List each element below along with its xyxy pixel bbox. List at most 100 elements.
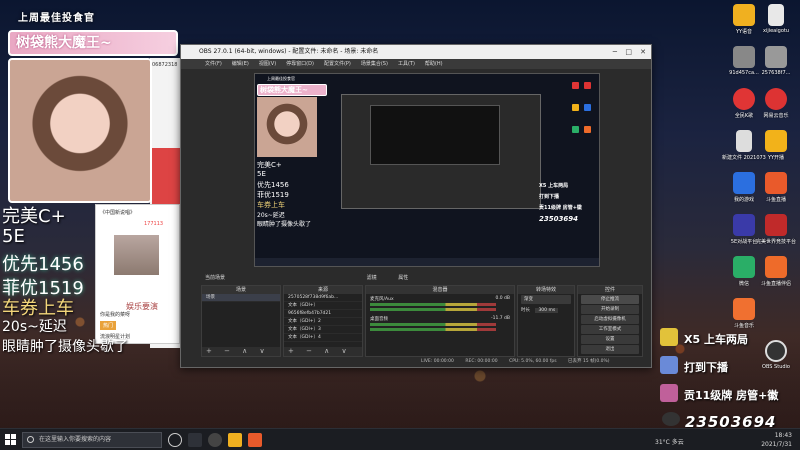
desktop-icon-netease[interactable]: 网易云音乐 [754, 88, 798, 119]
folder-icon[interactable] [228, 433, 242, 447]
windows-logo-icon [5, 440, 10, 445]
douyu-music-icon [733, 298, 755, 320]
browser-id-text: 06872318 [152, 62, 178, 68]
windows-logo-icon [11, 434, 16, 439]
star-badge-icon [660, 328, 678, 346]
volume-meter [370, 328, 496, 331]
mixer-channel-db: -11.7 dB [490, 316, 510, 321]
preview-app-icon [584, 104, 591, 111]
menu-view[interactable]: 视图(V) [259, 59, 276, 69]
source-item[interactable]: 文本（GDI+）2 [284, 318, 362, 326]
overlay-top-banner: 上周最佳投食官 [18, 13, 95, 24]
star-icon [733, 172, 755, 194]
mixer-panel: 混音器 麦克风/Aux 0.0 dB 桌面音频 -11.7 dB [365, 285, 515, 357]
menu-docks[interactable]: 停靠窗口(D) [286, 59, 314, 69]
card-tag: 热门 [100, 321, 117, 330]
desktop-icon-image[interactable]: 257638f7... [754, 46, 798, 76]
filters-button[interactable]: 滤镜 [367, 275, 377, 281]
menu-scene-collection[interactable]: 场景集合(S) [361, 59, 388, 69]
desktop-icon-douyu-companion[interactable]: 斗鱼直播伴侣 [754, 256, 798, 287]
file-icon [768, 4, 784, 26]
overlay-right-line-1: X5 上车两局 [684, 333, 748, 346]
music-icon [765, 88, 787, 110]
scene-item[interactable]: 场景 [202, 294, 280, 302]
scenes-panel-footer[interactable]: + − ∧ ∨ [202, 347, 280, 356]
source-item[interactable]: 9656f8efb47b7d21 [284, 310, 362, 318]
karaoke-icon [733, 88, 755, 110]
mixer-channel[interactable]: 麦克风/Aux 0.0 dB [366, 294, 514, 314]
preview-line-6: 20s~延迟 [257, 212, 285, 219]
obs-window[interactable]: OBS 27.0.1 (64-bit, windows) - 配置文件: 未命名… [180, 44, 652, 368]
desktop-icon-label: OBS Studio [762, 364, 790, 370]
clock-date: 2021/7/31 [761, 441, 792, 448]
obs-icon [765, 340, 787, 362]
source-item[interactable]: 2570528f738d9f6ab... [284, 294, 362, 302]
desktop-icon-perfect[interactable]: 完美世界竞技平台 [754, 214, 798, 245]
desktop-icon-douyu[interactable]: 斗鱼直播 [754, 172, 798, 203]
obs-taskbar-icon[interactable] [208, 433, 222, 447]
overlay-line-2: 5E [2, 226, 25, 247]
menu-help[interactable]: 帮助(H) [425, 59, 443, 69]
desktop-icon-label: 网易云音乐 [763, 113, 789, 119]
taskbar-search-input[interactable]: 在这里输入你要搜索的内容 [22, 432, 162, 448]
menu-profile[interactable]: 配置文件(P) [324, 59, 351, 69]
source-item[interactable]: 文本（GDI+）4 [284, 334, 362, 342]
menu-edit[interactable]: 编辑(E) [232, 59, 249, 69]
task-view-icon[interactable] [168, 433, 182, 447]
virtual-camera-button[interactable]: 启动虚拟摄像机 [581, 315, 639, 324]
start-button[interactable] [5, 434, 17, 446]
status-cpu: CPU: 5.0%, 60.00 fps [509, 359, 557, 364]
obs-menu-bar: 文件(F) 编辑(E) 视图(V) 停靠窗口(D) 配置文件(P) 场景集合(S… [181, 59, 651, 69]
system-clock[interactable]: 18:43 2021/7/31 [761, 431, 792, 449]
volume-meter [370, 303, 496, 306]
obs-title-bar[interactable]: OBS 27.0.1 (64-bit, windows) - 配置文件: 未命名… [181, 45, 651, 59]
duration-input[interactable]: 300 ms [535, 308, 559, 313]
volume-meter [370, 323, 496, 326]
settings-button[interactable]: 设置 [581, 335, 639, 344]
menu-tools[interactable]: 工具(T) [398, 59, 415, 69]
search-icon [27, 436, 34, 443]
browser-content-card: 《中国新说唱》 177113 娱乐要演 热门 你是我的菜呀 流浪明星计划 [95, 204, 180, 344]
transitions-panel-title: 转场特效 [518, 286, 574, 294]
mixer-channel[interactable]: 桌面音频 -11.7 dB [366, 314, 514, 334]
desktop-icon-file[interactable]: xijieaigotu [754, 4, 798, 34]
close-button[interactable]: ✕ [640, 45, 646, 59]
studio-mode-button[interactable]: 工作室模式 [581, 325, 639, 334]
desktop-icon-label: 257638f7... [761, 70, 791, 76]
douyu-taskbar-icon[interactable] [248, 433, 262, 447]
desktop-icon-douyu-music[interactable]: 斗鱼音乐 [722, 298, 766, 329]
preview-line-4: 菲优1519 [257, 191, 289, 199]
desktop-icon-obs[interactable]: OBS Studio [754, 340, 798, 370]
desktop-icon-label: 完美世界竞技平台 [755, 239, 796, 245]
desktop-icon-label: YY开播 [767, 155, 785, 161]
exit-button[interactable]: 退出 [581, 345, 639, 354]
stop-streaming-button[interactable]: 停止推流 [581, 295, 639, 304]
properties-button[interactable]: 属性 [398, 275, 408, 281]
minimize-button[interactable]: ─ [613, 45, 617, 59]
search-placeholder: 在这里输入你要搜索的内容 [39, 436, 112, 443]
duration-label: 时长 [521, 308, 530, 313]
sources-panel-footer[interactable]: + − ∧ ∨ [284, 347, 362, 356]
gift-icon [660, 384, 678, 402]
maximize-button[interactable]: □ [625, 45, 632, 59]
overlay-right-line-3: 贡11级牌 房管+徽 [684, 389, 779, 402]
file-icon [736, 130, 752, 152]
obs-preview-canvas[interactable]: 上周最佳投食官 树袋熊大魔王~ 完美C+ 5E 优先1456 菲优1519 车券… [254, 73, 600, 267]
scenes-panel-title: 场景 [202, 286, 280, 294]
desktop-icon-yy-live[interactable]: YY开播 [754, 130, 798, 161]
source-item[interactable]: 文本（GDI+）3 [284, 326, 362, 334]
menu-file[interactable]: 文件(F) [205, 59, 222, 69]
transition-select[interactable]: 渐变 [521, 295, 571, 304]
wechat-icon [733, 256, 755, 278]
weather-widget[interactable]: 31°C 多云 [655, 437, 684, 446]
card-count: 177113 [144, 221, 164, 227]
clock-time: 18:43 [774, 432, 792, 439]
preview-right-line-1: X5 上车两局 [539, 183, 569, 189]
card-label[interactable]: 娱乐要演 [126, 301, 158, 312]
current-scene-label: 当前场景 [205, 275, 226, 281]
window-switch-icon[interactable] [188, 433, 202, 447]
source-item[interactable]: 文本（GDI+） [284, 302, 362, 310]
start-recording-button[interactable]: 开始录制 [581, 305, 639, 314]
preview-app-icon [584, 126, 591, 133]
preview-line-7: 眼睛肿了摄像头歇了 [257, 221, 312, 228]
